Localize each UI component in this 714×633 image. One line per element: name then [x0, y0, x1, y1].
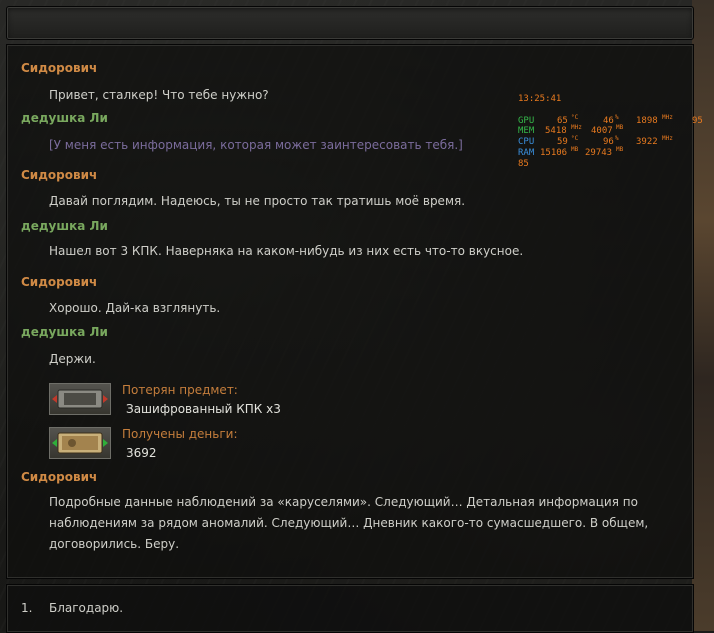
answer-option-text: Благодарю. — [49, 601, 124, 615]
money-received-label: Получены деньги: — [122, 427, 238, 441]
overlay-cpu-temp-unit: °C — [571, 135, 579, 142]
overlay-cpu-label: CPU — [518, 137, 535, 147]
speaker-name-dedushka-li: дедушка Ли — [21, 111, 108, 125]
money-received-value: 3692 — [126, 446, 157, 460]
speaker-name-dedushka-li: дедушка Ли — [21, 325, 108, 339]
speaker-name-dedushka-li: дедушка Ли — [21, 219, 108, 233]
speaker-name-sidorovich: Сидорович — [21, 61, 98, 75]
overlay-time: 13:25:41 — [518, 94, 562, 104]
overlay-gpu-load-unit: % — [615, 114, 619, 121]
overlay-fps: 85 — [518, 159, 529, 169]
overlay-ram-label: RAM — [518, 148, 535, 158]
message-text: Давай поглядим. Надеюсь, ты не просто та… — [49, 194, 466, 208]
message-text: Держи. — [49, 352, 96, 366]
message-text: Хорошо. Дай-ка взглянуть. — [49, 301, 221, 315]
overlay-cpu-temp: 59 — [557, 137, 568, 147]
speaker-name-sidorovich: Сидорович — [21, 470, 98, 484]
overlay-mem-label: MEM — [518, 126, 535, 136]
message-text: Привет, сталкер! Что тебе нужно? — [49, 88, 269, 102]
overlay-ram-used: 15106 — [540, 148, 568, 158]
overlay-ram-total: 29743 — [585, 148, 613, 158]
overlay-gpu-temp: 65 — [557, 116, 568, 126]
overlay-cpu-clock: 3922 — [636, 137, 658, 147]
overlay-gpu-clock-unit: MHz — [662, 114, 673, 121]
answer-option-number: 1. — [21, 601, 33, 615]
game-scene-edge — [692, 0, 714, 631]
dialog-top-frame — [6, 6, 694, 40]
overlay-mem-clock: 5418 — [545, 126, 567, 136]
message-text-action: [У меня есть информация, которая может з… — [49, 138, 463, 152]
speaker-name-sidorovich: Сидорович — [21, 168, 98, 182]
overlay-ram-total-unit: MB — [616, 146, 624, 153]
item-lost-value: Зашифрованный КПК х3 — [126, 402, 281, 416]
answer-option[interactable]: 1. Благодарю. — [17, 599, 657, 617]
overlay-gpu-clock: 1898 — [636, 116, 658, 126]
overlay-mem-used-unit: MB — [616, 124, 624, 131]
overlay-mem-clock-unit: MHz — [571, 124, 582, 131]
item-lost-label: Потерян предмет: — [122, 383, 238, 397]
answer-choices-panel: 1. Благодарю. — [6, 584, 694, 633]
speaker-name-sidorovich: Сидорович — [21, 275, 98, 289]
overlay-gpu-label: GPU — [518, 116, 535, 126]
pda-icon — [49, 383, 111, 415]
message-text: Нашел вот 3 КПК. Наверняка на каком-нибу… — [49, 244, 524, 258]
overlay-cpu-load: 96 — [603, 137, 614, 147]
money-icon — [49, 427, 111, 459]
overlay-cpu-clock-unit: MHz — [662, 135, 673, 142]
dialog-history-panel: Сидорович Привет, сталкер! Что тебе нужн… — [6, 44, 694, 579]
message-text: Подробные данные наблюдений за «каруселя… — [49, 495, 649, 551]
overlay-cpu-load-unit: % — [615, 135, 619, 142]
overlay-gpu-extra: 95 — [692, 116, 703, 126]
overlay-gpu-load: 46 — [603, 116, 614, 126]
overlay-mem-used: 4007 — [591, 126, 613, 136]
overlay-ram-used-unit: MB — [571, 146, 579, 153]
overlay-gpu-temp-unit: °C — [571, 114, 579, 121]
